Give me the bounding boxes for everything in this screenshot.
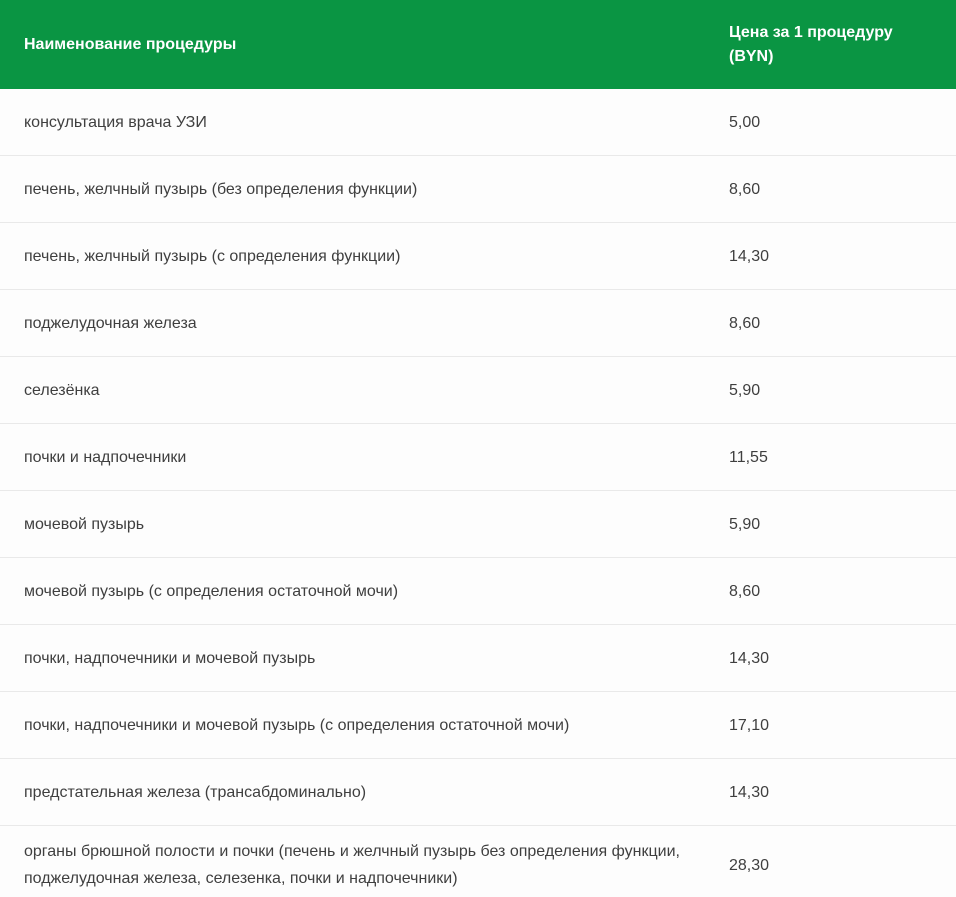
procedure-name: почки и надпочечники [0, 432, 705, 483]
procedure-price: 14,30 [705, 767, 956, 818]
table-row: селезёнка 5,90 [0, 357, 956, 424]
procedure-name: предстательная железа (трансабдоминально… [0, 767, 705, 818]
table-row: печень, желчный пузырь (без определения … [0, 156, 956, 223]
table-row: поджелудочная железа 8,60 [0, 290, 956, 357]
procedure-price: 5,90 [705, 365, 956, 416]
procedure-name: печень, желчный пузырь (без определения … [0, 164, 705, 215]
header-cell-price: Цена за 1 процедуру (BYN) [705, 9, 956, 81]
procedure-name: консультация врача УЗИ [0, 97, 705, 148]
procedure-price: 17,10 [705, 700, 956, 751]
table-header: Наименование процедуры Цена за 1 процеду… [0, 0, 956, 89]
procedure-price: 8,60 [705, 566, 956, 617]
procedure-price: 8,60 [705, 298, 956, 349]
table-body: консультация врача УЗИ 5,00 печень, желч… [0, 89, 956, 897]
price-table: Наименование процедуры Цена за 1 процеду… [0, 0, 956, 897]
procedure-price: 14,30 [705, 231, 956, 282]
table-row: почки и надпочечники 11,55 [0, 424, 956, 491]
table-row: почки, надпочечники и мочевой пузырь (с … [0, 692, 956, 759]
procedure-price: 5,00 [705, 97, 956, 148]
table-row: органы брюшной полости и почки (печень и… [0, 826, 956, 897]
table-row: почки, надпочечники и мочевой пузырь 14,… [0, 625, 956, 692]
table-row: печень, желчный пузырь (с определения фу… [0, 223, 956, 290]
procedure-name: органы брюшной полости и почки (печень и… [0, 826, 705, 897]
table-row: предстательная железа (трансабдоминально… [0, 759, 956, 826]
procedure-name: мочевой пузырь [0, 499, 705, 550]
procedure-name: печень, желчный пузырь (с определения фу… [0, 231, 705, 282]
procedure-price: 11,55 [705, 432, 956, 483]
procedure-price: 28,30 [705, 840, 956, 891]
procedure-name: поджелудочная железа [0, 298, 705, 349]
procedure-price: 8,60 [705, 164, 956, 215]
table-row: мочевой пузырь 5,90 [0, 491, 956, 558]
procedure-name: мочевой пузырь (с определения остаточной… [0, 566, 705, 617]
procedure-name: почки, надпочечники и мочевой пузырь (с … [0, 700, 705, 751]
table-row: консультация врача УЗИ 5,00 [0, 89, 956, 156]
procedure-price: 5,90 [705, 499, 956, 550]
procedure-price: 14,30 [705, 633, 956, 684]
procedure-name: селезёнка [0, 365, 705, 416]
procedure-name: почки, надпочечники и мочевой пузырь [0, 633, 705, 684]
header-cell-procedure-name: Наименование процедуры [0, 21, 705, 69]
table-row: мочевой пузырь (с определения остаточной… [0, 558, 956, 625]
